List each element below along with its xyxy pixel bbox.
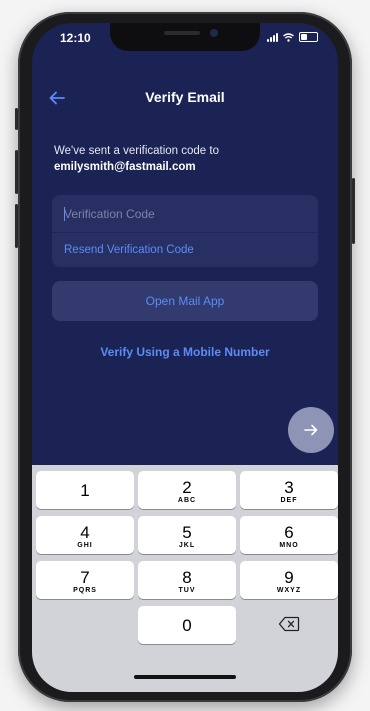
arrow-right-icon <box>304 424 318 436</box>
open-mail-app-button[interactable]: Open Mail App <box>52 281 318 321</box>
verify-mobile-link[interactable]: Verify Using a Mobile Number <box>32 345 338 359</box>
volume-up-button <box>15 150 18 194</box>
key-digit: 8 <box>182 568 192 587</box>
key-8[interactable]: 8 TUV <box>138 561 236 599</box>
text-caret <box>64 207 65 221</box>
key-5[interactable]: 5 JKL <box>138 516 236 554</box>
key-digit: 5 <box>182 523 192 542</box>
verification-code-input[interactable] <box>64 202 308 226</box>
notch <box>110 23 260 51</box>
key-letters: PQRS <box>73 587 97 594</box>
mute-switch <box>15 108 18 130</box>
key-letters: JKL <box>178 542 196 549</box>
key-3[interactable]: 3 DEF <box>240 471 338 509</box>
key-4[interactable]: 4 GHI <box>36 516 134 554</box>
next-button[interactable] <box>288 407 334 453</box>
home-indicator[interactable] <box>134 675 236 679</box>
phone-screen: 12:10 Verify Email We've sent a verifica… <box>32 23 338 692</box>
key-0[interactable]: 0 <box>138 606 236 644</box>
header: Verify Email <box>32 87 338 109</box>
key-digit: 7 <box>80 568 90 587</box>
key-6[interactable]: 6 MNO <box>240 516 338 554</box>
key-digit: 0 <box>182 616 192 635</box>
card-divider <box>52 232 318 233</box>
page-title: Verify Email <box>145 89 225 105</box>
key-letters: ABC <box>177 497 197 504</box>
backspace-icon <box>278 616 300 632</box>
verification-card: Resend Verification Code <box>52 195 318 267</box>
key-digit: 9 <box>284 568 294 587</box>
key-2[interactable]: 2 ABC <box>138 471 236 509</box>
sent-message-line: We've sent a verification code to <box>54 145 219 157</box>
key-1[interactable]: 1 <box>36 471 134 509</box>
key-letters: WXYZ <box>276 587 302 594</box>
key-letters: DEF <box>280 497 298 504</box>
signal-icon <box>267 32 278 42</box>
battery-icon <box>299 32 318 42</box>
wifi-icon <box>283 32 294 42</box>
key-digit: 3 <box>284 478 294 497</box>
key-letters: MNO <box>279 542 299 549</box>
key-digit: 4 <box>80 523 90 542</box>
key-letters: GHI <box>77 542 93 549</box>
key-letters: TUV <box>178 587 196 594</box>
key-digit: 2 <box>182 478 192 497</box>
key-7[interactable]: 7 PQRS <box>36 561 134 599</box>
key-digit: 1 <box>80 481 90 500</box>
resend-code-link[interactable]: Resend Verification Code <box>64 244 194 256</box>
numeric-keypad: 1 2 ABC 3 DEF 4 GHI 5 JKL 6 MNO 7 PQRS 8… <box>32 465 338 692</box>
phone-frame: 12:10 Verify Email We've sent a verifica… <box>15 12 355 702</box>
status-time: 12:10 <box>60 31 91 45</box>
backspace-key[interactable] <box>240 605 338 643</box>
status-icons <box>267 32 318 42</box>
sent-message: We've sent a verification code to emilys… <box>54 143 219 175</box>
key-digit: 6 <box>284 523 294 542</box>
speaker-grill <box>164 31 200 35</box>
email-address: emilysmith@fastmail.com <box>54 161 196 173</box>
volume-down-button <box>15 204 18 248</box>
power-button <box>352 178 355 244</box>
front-camera <box>210 29 218 37</box>
key-9[interactable]: 9 WXYZ <box>240 561 338 599</box>
